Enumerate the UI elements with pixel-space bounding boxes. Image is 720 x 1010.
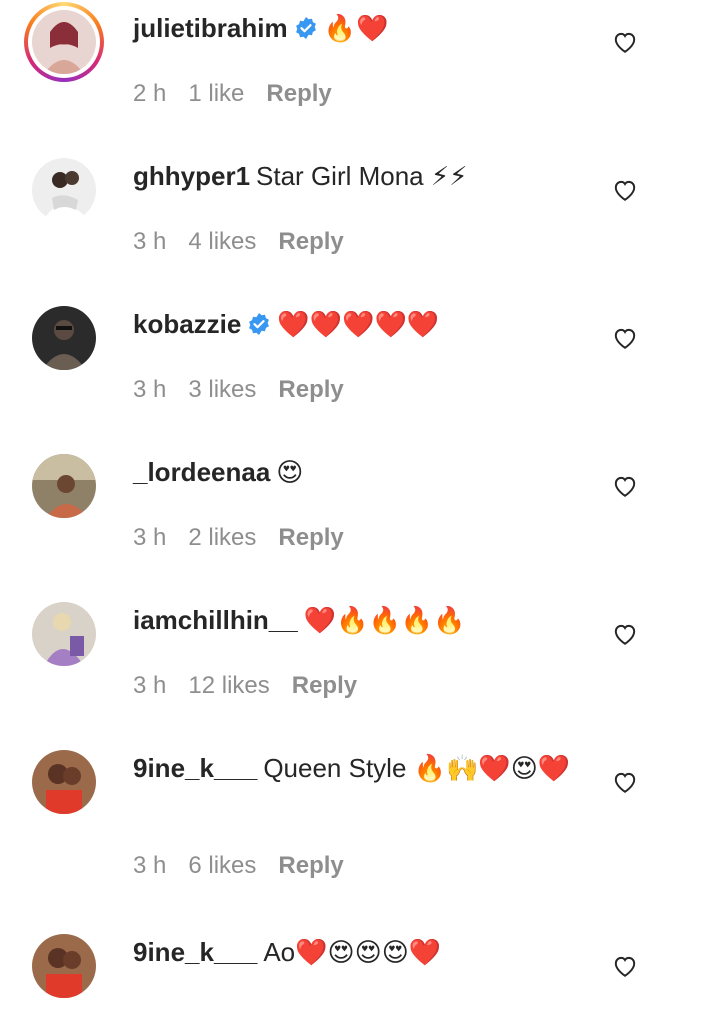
heart-outline-icon[interactable] [612, 769, 638, 795]
timestamp: 3 h [133, 228, 167, 255]
heart-outline-icon[interactable] [612, 325, 638, 351]
timestamp: 3 h [133, 672, 167, 699]
reply-button[interactable]: Reply [292, 672, 357, 699]
avatar[interactable] [24, 2, 104, 82]
comment-meta: 3 h 3 likes Reply [133, 376, 366, 404]
comment-body: _lordeenaa 😍 [133, 455, 573, 490]
comment-meta: 3 h 12 likes Reply [133, 672, 379, 700]
like-count[interactable]: 3 likes [188, 376, 256, 403]
comment-body: 9ine_k___ Queen Style 🔥🙌❤️😍❤️ [133, 751, 573, 786]
comment-text: Queen Style 🔥🙌❤️😍❤️ [263, 753, 571, 783]
comment-body: ghhyper1 Star Girl Mona ⚡⚡ [133, 159, 573, 194]
comment-body: julietibrahim 🔥❤️ [133, 11, 573, 46]
username[interactable]: julietibrahim [133, 13, 288, 43]
verified-badge-icon [294, 16, 318, 40]
comment-text: Ao❤️😍😍😍❤️ [263, 937, 442, 967]
avatar[interactable] [32, 306, 96, 370]
comment-meta: 3 h 6 likes Reply [133, 852, 366, 880]
reply-button[interactable]: Reply [278, 852, 343, 879]
timestamp: 3 h [133, 376, 167, 403]
username[interactable]: 9ine_k___ [133, 937, 257, 967]
heart-outline-icon[interactable] [612, 473, 638, 499]
username[interactable]: kobazzie [133, 309, 241, 339]
username[interactable]: iamchillhin__ [133, 605, 298, 635]
timestamp: 3 h [133, 524, 167, 551]
username[interactable]: 9ine_k___ [133, 753, 257, 783]
username[interactable]: _lordeenaa [133, 457, 270, 487]
like-count[interactable]: 4 likes [188, 228, 256, 255]
heart-outline-icon[interactable] [612, 953, 638, 979]
avatar[interactable] [32, 602, 96, 666]
comment-text: 🔥❤️ [323, 13, 389, 43]
comment-text: ❤️❤️❤️❤️❤️ [277, 309, 440, 339]
heart-outline-icon[interactable] [612, 29, 638, 55]
comment-text: ❤️🔥🔥🔥🔥 [303, 605, 466, 635]
like-count[interactable]: 12 likes [188, 672, 269, 699]
reply-button[interactable]: Reply [278, 524, 343, 551]
comment-body: 9ine_k___ Ao❤️😍😍😍❤️ [133, 935, 573, 970]
comment-meta: 3 h 2 likes Reply [133, 524, 366, 552]
comment-body: iamchillhin__ ❤️🔥🔥🔥🔥 [133, 603, 573, 638]
like-count[interactable]: 1 like [188, 80, 244, 107]
username[interactable]: ghhyper1 [133, 161, 250, 191]
like-count[interactable]: 2 likes [188, 524, 256, 551]
comment-meta: 3 h 4 likes Reply [133, 228, 366, 256]
verified-badge-icon [247, 312, 271, 336]
comment-body: kobazzie ❤️❤️❤️❤️❤️ [133, 307, 573, 342]
timestamp: 3 h [133, 852, 167, 879]
like-count[interactable]: 6 likes [188, 852, 256, 879]
heart-outline-icon[interactable] [612, 621, 638, 647]
comment-text: Star Girl Mona ⚡⚡ [256, 161, 468, 191]
heart-outline-icon[interactable] [612, 177, 638, 203]
reply-button[interactable]: Reply [278, 376, 343, 403]
avatar[interactable] [32, 454, 96, 518]
timestamp: 2 h [133, 80, 167, 107]
comment-meta: 2 h 1 like Reply [133, 80, 354, 108]
reply-button[interactable]: Reply [278, 228, 343, 255]
reply-button[interactable]: Reply [266, 80, 331, 107]
avatar[interactable] [32, 750, 96, 814]
avatar[interactable] [32, 158, 96, 222]
comment-text: 😍 [276, 457, 304, 487]
avatar[interactable] [32, 934, 96, 998]
